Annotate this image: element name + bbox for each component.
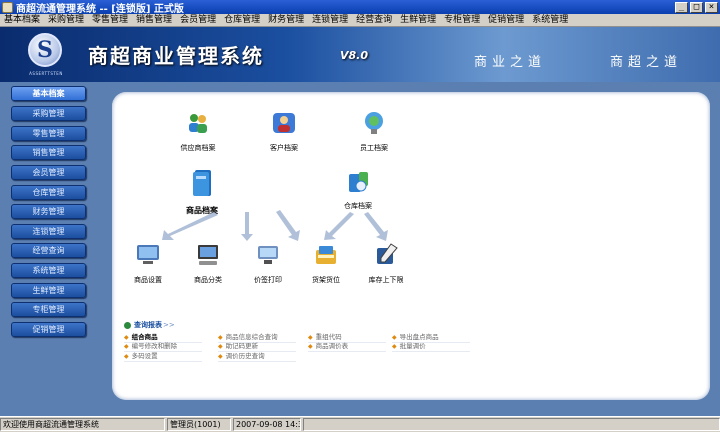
- printer-icon: [258, 246, 278, 264]
- report-link-price-table[interactable]: ◆ 商品调价表: [308, 342, 386, 352]
- warehouse-icon: [349, 172, 368, 192]
- node-warehouse[interactable]: 仓库档案: [332, 168, 384, 211]
- status-welcome: 欢迎使用商超流通管理系统: [0, 418, 165, 431]
- customer-icon: [273, 113, 295, 133]
- node-product-setup[interactable]: 商品设置: [126, 242, 170, 285]
- sidebar-item-promotion[interactable]: 促销管理: [11, 322, 86, 337]
- report-header: 查询报表 >>: [124, 320, 175, 330]
- menu-retail[interactable]: 零售管理: [88, 14, 132, 26]
- employee-label: 员工档案: [360, 144, 388, 152]
- sidebar-item-sales[interactable]: 销售管理: [11, 145, 86, 160]
- shelf-position-label[interactable]: 货架货位: [304, 275, 348, 285]
- product-setup-label[interactable]: 商品设置: [126, 275, 170, 285]
- menu-purchase[interactable]: 采购管理: [44, 14, 88, 26]
- product-folder-icon: [193, 170, 211, 196]
- menu-sales[interactable]: 销售管理: [132, 14, 176, 26]
- system-title: 商超商业管理系统: [88, 44, 264, 68]
- price-label-label[interactable]: 价签打印: [246, 275, 290, 285]
- sidebar-item-finance[interactable]: 财务管理: [11, 204, 86, 219]
- report-link-multicode[interactable]: ◆ 多码设置: [124, 352, 202, 362]
- report-title: 查询报表: [134, 321, 162, 329]
- report-column-4: ◆ 导出盘点商品 ◆ 批量调价: [392, 333, 470, 352]
- pen-icon: [377, 243, 398, 264]
- status-user: 管理员(1001): [167, 418, 231, 431]
- supplier-label: 供应商档案: [180, 144, 216, 152]
- sidebar-item-chain[interactable]: 连锁管理: [11, 224, 86, 239]
- node-product[interactable]: 商品档案: [176, 168, 228, 216]
- sidebar-item-fresh[interactable]: 生鲜管理: [11, 283, 86, 298]
- sidebar: 基本档案 采购管理 零售管理 销售管理 会员管理 仓库管理 财务管理 连锁管理 …: [0, 82, 100, 416]
- close-button[interactable]: ×: [705, 1, 718, 13]
- chevron-right-icon: >>: [163, 321, 175, 329]
- report-column-3: ◆ 重组代码 ◆ 商品调价表: [308, 333, 386, 352]
- minimize-button[interactable]: _: [675, 1, 688, 13]
- menu-promotion[interactable]: 促销管理: [484, 14, 528, 26]
- menu-warehouse[interactable]: 仓库管理: [220, 14, 264, 26]
- header-banner: S ASSERTTSTEN 商超商业管理系统 V8.0 商业之道 商超之道: [0, 27, 720, 82]
- menu-counter[interactable]: 专柜管理: [440, 14, 484, 26]
- menu-query[interactable]: 经营查询: [352, 14, 396, 26]
- sidebar-item-retail[interactable]: 零售管理: [11, 126, 86, 141]
- sidebar-item-member[interactable]: 会员管理: [11, 165, 86, 180]
- company-logo: S: [28, 33, 62, 67]
- flow-arrows-warehouse: [324, 212, 388, 241]
- report-icon: [124, 321, 131, 329]
- window-title: 商超流通管理系统 -- [连锁版] 正式版: [16, 3, 184, 15]
- menu-system[interactable]: 系统管理: [528, 14, 572, 26]
- maximize-button[interactable]: □: [690, 1, 703, 13]
- menu-chain[interactable]: 连锁管理: [308, 14, 352, 26]
- status-datetime: 2007-09-08 14:36: [233, 418, 301, 431]
- node-customer[interactable]: 客户档案: [262, 110, 306, 153]
- app-icon: [2, 1, 13, 13]
- menu-basic-archive[interactable]: 基本档案: [0, 14, 44, 26]
- menu-finance[interactable]: 财务管理: [264, 14, 308, 26]
- report-link-batch-price[interactable]: ◆ 批量调价: [392, 342, 470, 352]
- stock-limits-label[interactable]: 库存上下限: [364, 275, 408, 285]
- customer-label: 客户档案: [270, 144, 298, 152]
- shelf-icon: [316, 246, 336, 264]
- node-price-label[interactable]: 价签打印: [246, 242, 290, 285]
- flow-arrows-product: [162, 210, 300, 241]
- supplier-icon: [189, 114, 207, 133]
- sidebar-item-system[interactable]: 系统管理: [11, 263, 86, 278]
- node-shelf-position[interactable]: 货架货位: [304, 242, 348, 285]
- sidebar-item-basic-archive[interactable]: 基本档案: [11, 86, 86, 101]
- sidebar-item-purchase[interactable]: 采购管理: [11, 106, 86, 121]
- monitor-icon: [137, 245, 159, 264]
- product-category-label[interactable]: 商品分类: [186, 275, 230, 285]
- node-product-category[interactable]: 商品分类: [186, 242, 230, 285]
- status-empty: [303, 418, 720, 431]
- report-column-2: ◆ 商品信息综合查询 ◆ 助记码更新 ◆ 调价历史查询: [218, 333, 296, 362]
- sidebar-item-counter[interactable]: 专柜管理: [11, 302, 86, 317]
- status-bar: 欢迎使用商超流通管理系统 管理员(1001) 2007-09-08 14:36: [0, 416, 720, 432]
- title-bar: 商超流通管理系统 -- [连锁版] 正式版 _ □ ×: [0, 0, 720, 15]
- computer-icon: [198, 245, 218, 265]
- sidebar-item-query[interactable]: 经营查询: [11, 243, 86, 258]
- menu-fresh[interactable]: 生鲜管理: [396, 14, 440, 26]
- menu-bar: 基本档案 采购管理 零售管理 销售管理 会员管理 仓库管理 财务管理 连锁管理 …: [0, 14, 720, 27]
- system-version: V8.0: [340, 49, 368, 62]
- report-link-price-history[interactable]: ◆ 调价历史查询: [218, 352, 296, 362]
- node-supplier[interactable]: 供应商档案: [172, 110, 224, 153]
- menu-member[interactable]: 会员管理: [176, 14, 220, 26]
- report-column-1: ◆ 组合商品 ◆ 编号修改和删除 ◆ 多码设置: [124, 333, 202, 362]
- node-employee[interactable]: 员工档案: [352, 110, 396, 153]
- slogan-left: 商业之道: [474, 55, 547, 70]
- slogan-right: 商超之道: [610, 55, 683, 70]
- main-panel: 供应商档案 客户档案 员工档案 商品档案 仓库档案 商品设置 商品分类 价签打印…: [112, 92, 710, 400]
- employee-icon: [365, 112, 383, 134]
- node-stock-limits[interactable]: 库存上下限: [364, 242, 408, 285]
- logo-caption: ASSERTTSTEN: [29, 71, 63, 76]
- sidebar-item-warehouse[interactable]: 仓库管理: [11, 185, 86, 200]
